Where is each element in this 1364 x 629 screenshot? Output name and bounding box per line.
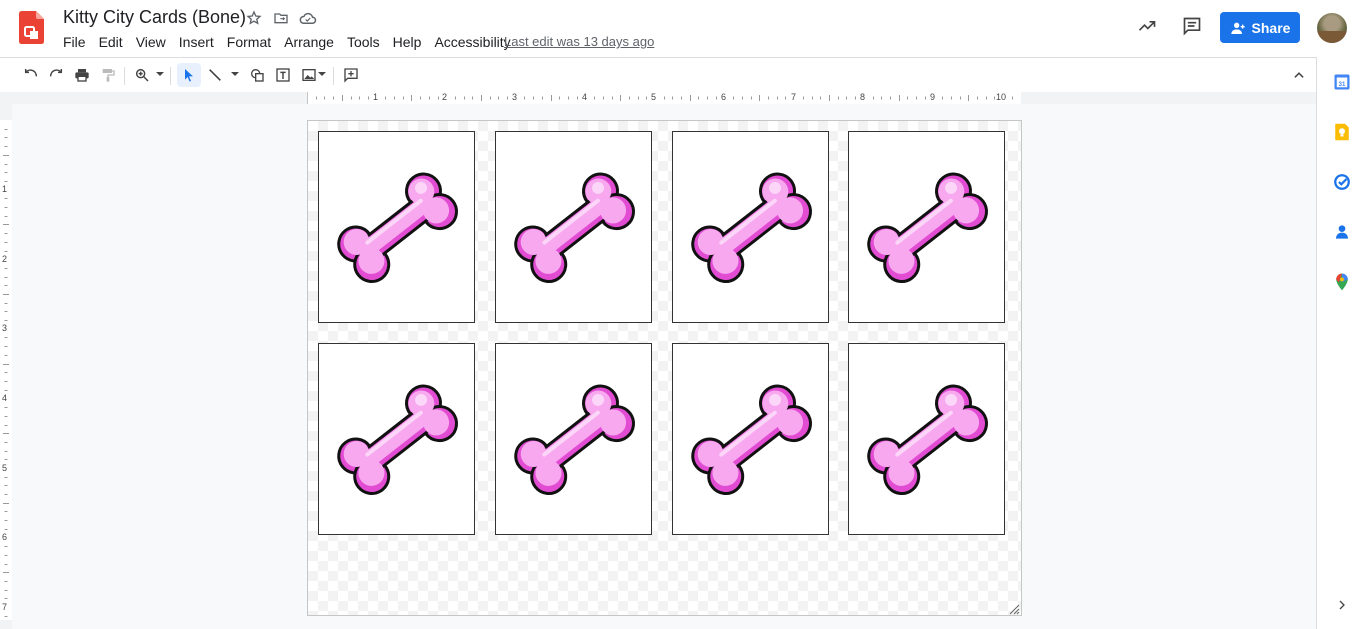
ruler-number: 1 (373, 92, 379, 102)
side-panel: 31 (1316, 57, 1364, 629)
menu-view[interactable]: View (136, 34, 166, 50)
ruler-active-area: 1 2 3 4 5 6 7 (0, 120, 12, 620)
shape-icon[interactable] (245, 63, 269, 87)
bone-icon (862, 167, 992, 287)
paint-format-icon[interactable] (96, 63, 120, 87)
contacts-icon[interactable] (1332, 222, 1352, 242)
ruler-number: 4 (582, 92, 588, 102)
calendar-icon[interactable]: 31 (1332, 72, 1352, 92)
toolbar-divider (170, 67, 171, 85)
zoom-icon[interactable] (130, 63, 154, 87)
svg-text:31: 31 (1339, 82, 1346, 88)
line-icon[interactable] (203, 63, 227, 87)
bone-icon (509, 379, 639, 499)
app-header: Kitty City Cards (Bone) File Edit View I… (0, 0, 1364, 57)
card-1[interactable] (318, 131, 475, 323)
select-cursor-icon[interactable] (177, 63, 201, 87)
bone-icon (332, 379, 462, 499)
toolbar-divider (333, 67, 334, 85)
bone-icon (509, 167, 639, 287)
menu-accessibility[interactable]: Accessibility (434, 34, 510, 50)
cloud-status-icon[interactable] (299, 9, 317, 27)
expand-panel-icon[interactable] (1332, 595, 1352, 615)
card-6[interactable] (495, 343, 652, 535)
ruler-number: 2 (2, 254, 8, 264)
share-button[interactable]: Share (1220, 12, 1300, 43)
slides-logo-icon[interactable] (19, 11, 44, 44)
print-icon[interactable] (70, 63, 94, 87)
collapse-toolbar-icon[interactable] (1287, 63, 1311, 87)
horizontal-ruler: 1 2 3 4 5 6 7 8 9 10 (0, 92, 1316, 104)
ruler-number: 3 (2, 323, 8, 333)
ruler-number: 7 (2, 602, 8, 612)
activity-trend-icon[interactable] (1135, 14, 1159, 38)
comments-icon[interactable] (1180, 14, 1204, 38)
menu-tools[interactable]: Tools (347, 34, 380, 50)
zoom-dropdown-icon[interactable] (156, 72, 164, 76)
ruler-number: 5 (2, 463, 8, 473)
toolbar-divider (124, 67, 125, 85)
menu-file[interactable]: File (63, 34, 86, 50)
ruler-number: 8 (860, 92, 866, 102)
menu-arrange[interactable]: Arrange (284, 34, 334, 50)
star-icon[interactable] (245, 9, 263, 27)
card-4[interactable] (848, 131, 1005, 323)
menu-bar: File Edit View Insert Format Arrange Too… (63, 34, 524, 50)
tasks-icon[interactable] (1332, 172, 1352, 192)
card-8[interactable] (848, 343, 1005, 535)
keep-icon[interactable] (1332, 122, 1352, 142)
bone-icon (686, 167, 816, 287)
share-label: Share (1251, 19, 1291, 36)
text-box-icon[interactable] (271, 63, 295, 87)
ruler-number: 10 (996, 92, 1007, 102)
ruler-number: 1 (2, 184, 8, 194)
card-2[interactable] (495, 131, 652, 323)
line-dropdown-icon[interactable] (231, 72, 239, 76)
toolbar (0, 57, 1316, 93)
image-dropdown-icon[interactable] (318, 72, 326, 76)
bone-icon (862, 379, 992, 499)
add-comment-icon[interactable] (339, 63, 363, 87)
bone-icon (686, 379, 816, 499)
ruler-number: 2 (442, 92, 448, 102)
resize-handle-icon[interactable] (1008, 602, 1020, 615)
avatar[interactable] (1317, 13, 1347, 43)
card-5[interactable] (318, 343, 475, 535)
last-edit-link[interactable]: Last edit was 13 days ago (504, 34, 654, 49)
menu-insert[interactable]: Insert (179, 34, 214, 50)
undo-icon[interactable] (19, 63, 43, 87)
ruler-number: 4 (2, 393, 8, 403)
ruler-active-area: 1 2 3 4 5 6 7 8 9 10 (307, 92, 1021, 104)
ruler-number: 9 (930, 92, 936, 102)
menu-help[interactable]: Help (393, 34, 422, 50)
card-7[interactable] (672, 343, 829, 535)
bone-icon (332, 167, 462, 287)
ruler-number: 6 (721, 92, 727, 102)
card-3[interactable] (672, 131, 829, 323)
ruler-number: 3 (512, 92, 518, 102)
menu-format[interactable]: Format (227, 34, 271, 50)
document-title[interactable]: Kitty City Cards (Bone) (63, 7, 246, 28)
ruler-number: 6 (2, 532, 8, 542)
redo-icon[interactable] (44, 63, 68, 87)
person-add-icon (1230, 22, 1245, 34)
ruler-number: 7 (791, 92, 797, 102)
move-folder-icon[interactable] (272, 9, 290, 27)
maps-icon[interactable] (1332, 272, 1352, 292)
vertical-ruler: 1 2 3 4 5 6 7 (0, 104, 12, 629)
menu-edit[interactable]: Edit (99, 34, 123, 50)
slide-canvas[interactable] (307, 120, 1022, 616)
ruler-number: 5 (651, 92, 657, 102)
